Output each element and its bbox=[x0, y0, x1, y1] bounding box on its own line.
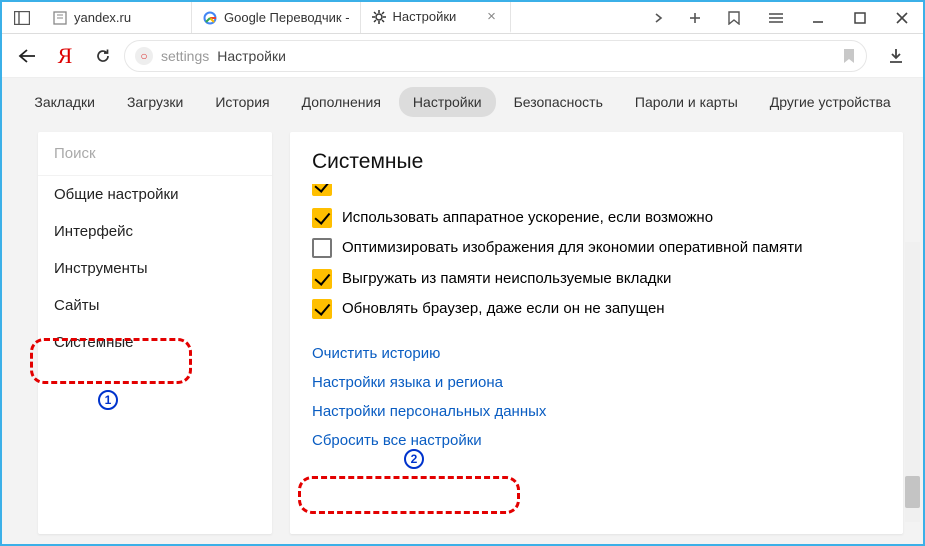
section-title: Системные bbox=[312, 150, 881, 174]
site-icon: ○ bbox=[135, 47, 153, 65]
link-clear-history[interactable]: Очистить историю bbox=[312, 345, 881, 362]
toptab-bookmarks[interactable]: Закладки bbox=[20, 87, 109, 117]
setting-row-update-browser: Обновлять браузер, даже если он не запущ… bbox=[312, 299, 881, 319]
setting-label: Использовать аппаратное ускорение, если … bbox=[342, 208, 713, 228]
sidebar-item-interface[interactable]: Интерфейс bbox=[38, 213, 272, 250]
sidebar-item-general[interactable]: Общие настройки bbox=[38, 176, 272, 213]
sidebar-item-system[interactable]: Системные bbox=[38, 324, 272, 361]
checkbox-icon[interactable] bbox=[312, 184, 332, 196]
search-placeholder: Поиск bbox=[54, 145, 96, 162]
setting-row-unload-tabs: Выгружать из памяти неиспользуемые вклад… bbox=[312, 269, 881, 289]
tab-label: yandex.ru bbox=[74, 10, 181, 25]
tab-google-translate[interactable]: Google Переводчик - bbox=[192, 2, 361, 33]
reload-button[interactable] bbox=[86, 39, 120, 73]
setting-label: Выгружать из памяти неиспользуемые вклад… bbox=[342, 269, 671, 289]
setting-label: Оптимизировать изображения для экономии … bbox=[342, 238, 802, 258]
tab-label: Google Переводчик - bbox=[224, 10, 350, 25]
panels-button[interactable] bbox=[2, 2, 42, 33]
menu-button[interactable] bbox=[755, 2, 797, 33]
settings-sidebar: Поиск Общие настройки Интерфейс Инструме… bbox=[38, 132, 272, 534]
annotation-badge-2: 2 bbox=[404, 449, 424, 469]
checkbox-unload-tabs[interactable] bbox=[312, 269, 332, 289]
yandex-home-button[interactable]: Я bbox=[48, 39, 82, 73]
url-path: settings bbox=[161, 48, 209, 64]
page-icon bbox=[52, 10, 68, 26]
url-title: Настройки bbox=[217, 48, 286, 64]
sidebar-item-sites[interactable]: Сайты bbox=[38, 287, 272, 324]
gear-icon bbox=[371, 9, 387, 25]
content-area: Закладки Загрузки История Дополнения Нас… bbox=[2, 78, 923, 544]
link-personal-data[interactable]: Настройки персональных данных bbox=[312, 403, 881, 420]
tab-overflow-button[interactable] bbox=[641, 2, 677, 33]
checkbox-hardware-accel[interactable] bbox=[312, 208, 332, 228]
toptab-passwords[interactable]: Пароли и карты bbox=[621, 87, 752, 117]
address-bar[interactable]: ○ settings Настройки bbox=[124, 40, 867, 72]
collections-button[interactable] bbox=[713, 2, 755, 33]
toptab-downloads[interactable]: Загрузки bbox=[113, 87, 197, 117]
checkbox-update-browser[interactable] bbox=[312, 299, 332, 319]
settings-main-panel: Системные Использовать аппаратное ускоре… bbox=[290, 132, 903, 534]
window-controls bbox=[713, 2, 923, 33]
tab-yandex[interactable]: yandex.ru bbox=[42, 2, 192, 33]
link-language-region[interactable]: Настройки языка и региона bbox=[312, 374, 881, 391]
setting-label: Обновлять браузер, даже если он не запущ… bbox=[342, 299, 665, 319]
settings-nav-tabs: Закладки Загрузки История Дополнения Нас… bbox=[2, 78, 923, 126]
close-window-button[interactable] bbox=[881, 2, 923, 33]
scrollbar-thumb[interactable] bbox=[905, 476, 920, 508]
address-bar-row: Я ○ settings Настройки bbox=[2, 34, 923, 78]
toptab-settings[interactable]: Настройки bbox=[399, 87, 496, 117]
toptab-addons[interactable]: Дополнения bbox=[288, 87, 395, 117]
close-icon[interactable]: × bbox=[484, 8, 500, 25]
google-icon bbox=[202, 10, 218, 26]
setting-row-hardware-accel: Использовать аппаратное ускорение, если … bbox=[312, 208, 881, 228]
setting-row-optimize-images: Оптимизировать изображения для экономии … bbox=[312, 238, 881, 258]
sidebar-item-tools[interactable]: Инструменты bbox=[38, 250, 272, 287]
toptab-security[interactable]: Безопасность bbox=[500, 87, 617, 117]
toptab-devices[interactable]: Другие устройства bbox=[756, 87, 905, 117]
bookmark-icon[interactable] bbox=[842, 48, 856, 64]
toptab-history[interactable]: История bbox=[201, 87, 283, 117]
minimize-button[interactable] bbox=[797, 2, 839, 33]
window-titlebar: yandex.ru Google Переводчик - Настройки … bbox=[2, 2, 923, 34]
sidebar-search-input[interactable]: Поиск bbox=[38, 132, 272, 176]
partial-row-cutoff bbox=[312, 184, 881, 198]
maximize-button[interactable] bbox=[839, 2, 881, 33]
tab-label: Настройки bbox=[393, 9, 478, 24]
checkbox-optimize-images[interactable] bbox=[312, 238, 332, 258]
settings-links: Очистить историю Настройки языка и регио… bbox=[312, 345, 881, 449]
downloads-button[interactable] bbox=[877, 48, 915, 64]
new-tab-button[interactable] bbox=[677, 2, 713, 33]
link-reset-settings[interactable]: Сбросить все настройки bbox=[312, 432, 881, 449]
tab-strip: yandex.ru Google Переводчик - Настройки … bbox=[42, 2, 641, 33]
tab-settings[interactable]: Настройки × bbox=[361, 2, 511, 33]
annotation-badge-1: 1 bbox=[98, 390, 118, 410]
back-button[interactable] bbox=[10, 39, 44, 73]
